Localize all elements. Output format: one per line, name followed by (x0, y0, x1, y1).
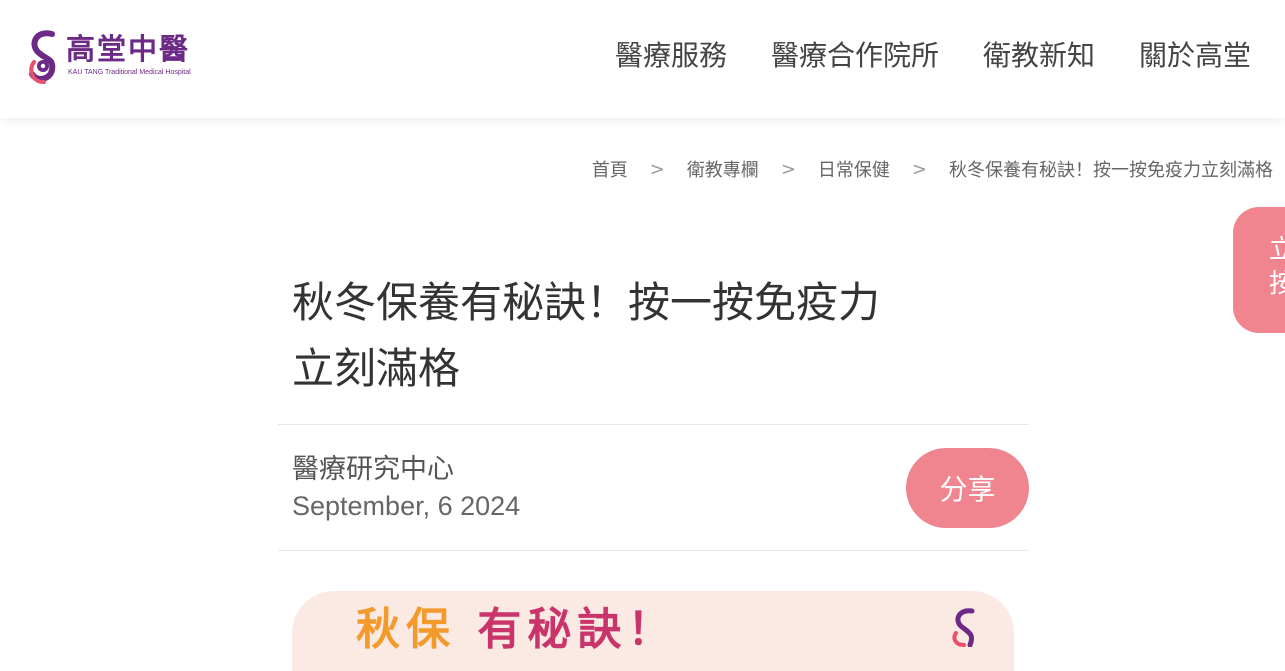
article-date: September, 6 2024 (292, 491, 521, 521)
hero-text-part1: 秋保 (356, 604, 456, 655)
breadcrumb-separator: > (649, 158, 665, 180)
floating-button-line1: 立 (1269, 235, 1285, 265)
nav-item-partner-clinics[interactable]: 醫療合作院所 (771, 36, 939, 76)
breadcrumb-daily-care[interactable]: 日常保健 (818, 156, 890, 182)
breadcrumb-separator: > (780, 158, 796, 180)
hero-text-part2: 有秘訣！ (477, 604, 678, 655)
logo-name: 高堂中醫 (66, 32, 191, 66)
breadcrumb: 首頁 > 衛教專欄 > 日常保健 > 秋冬保養有秘訣！按一按免疫力立刻滿格 (592, 156, 1273, 182)
hero-logo-icon (952, 608, 975, 647)
nav-item-about[interactable]: 關於高堂 (1139, 36, 1251, 76)
main-nav: 醫療服務 醫療合作院所 衛教新知 關於高堂 (615, 36, 1251, 76)
article-title-line1: 秋冬保養有秘訣！按一按免疫力 (292, 278, 881, 327)
breadcrumb-home[interactable]: 首頁 (592, 156, 628, 182)
breadcrumb-current: 秋冬保養有秘訣！按一按免疫力立刻滿格 (949, 160, 1273, 181)
hero-banner-text: 秋保 有秘訣！ (356, 605, 677, 655)
article: 秋冬保養有秘訣！按一按免疫力 立刻滿格 醫療研究中心 September, 6 … (278, 260, 1029, 551)
floating-button-line2: 按 (1269, 269, 1285, 299)
article-title-line2: 立刻滿格 (292, 344, 461, 393)
nav-item-health-education[interactable]: 衛教新知 (983, 36, 1095, 76)
floating-booking-button[interactable]: 立 按 (1233, 207, 1285, 333)
nav-item-medical-services[interactable]: 醫療服務 (615, 36, 727, 76)
article-title: 秋冬保養有秘訣！按一按免疫力 立刻滿格 (278, 260, 998, 424)
breadcrumb-health-column[interactable]: 衛教專欄 (687, 156, 759, 182)
logo-mark-icon (29, 30, 56, 84)
article-meta: 醫療研究中心 September, 6 2024 分享 (278, 424, 1029, 551)
logo-tagline: KAU TANG Traditional Medical Hospital (68, 69, 191, 76)
share-button[interactable]: 分享 (906, 448, 1029, 528)
breadcrumb-separator: > (911, 158, 927, 180)
site-header: 高堂中醫 KAU TANG Traditional Medical Hospit… (0, 0, 1285, 118)
site-logo[interactable]: 高堂中醫 KAU TANG Traditional Medical Hospit… (26, 28, 201, 86)
article-author: 醫療研究中心 (292, 454, 454, 485)
article-hero-image: 秋保 有秘訣！ (292, 591, 1014, 671)
